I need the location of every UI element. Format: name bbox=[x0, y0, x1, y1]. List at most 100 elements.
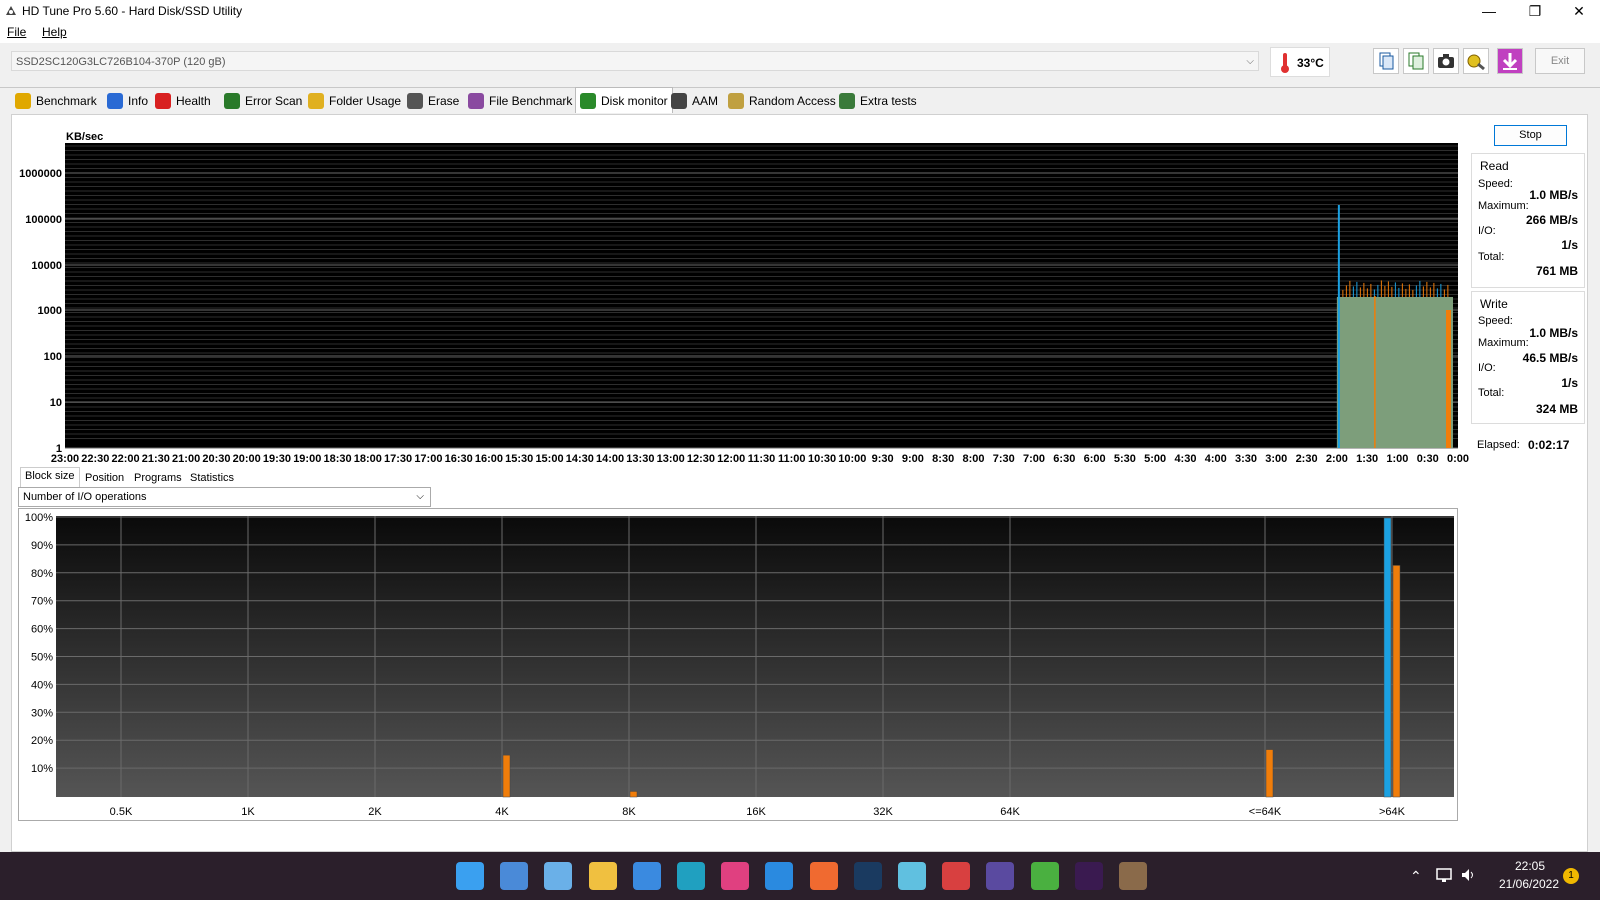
info-icon bbox=[107, 93, 123, 109]
vscode-icon[interactable] bbox=[765, 862, 794, 890]
y-tick-label: 90% bbox=[31, 540, 53, 552]
options-button[interactable] bbox=[1463, 48, 1489, 74]
control-panel-icon[interactable] bbox=[544, 862, 573, 890]
tab-benchmark[interactable]: Benchmark bbox=[15, 89, 97, 113]
close-button[interactable]: ✕ bbox=[1556, 0, 1600, 23]
y-tick-label: 70% bbox=[31, 596, 53, 608]
android-studio-icon[interactable] bbox=[1030, 862, 1059, 890]
thermometer-icon bbox=[1281, 53, 1289, 73]
copy-icon bbox=[1379, 52, 1394, 70]
file-benchmark-icon bbox=[468, 93, 484, 109]
stop-button[interactable]: Stop bbox=[1494, 125, 1567, 146]
extra-tests-icon bbox=[839, 93, 855, 109]
read-max-label: Maximum: bbox=[1478, 200, 1529, 212]
subtab-position[interactable]: Position bbox=[81, 470, 128, 486]
start-icon[interactable] bbox=[456, 862, 484, 890]
tab-disk-monitor[interactable]: Disk monitor bbox=[575, 87, 673, 113]
x-tick-label: 1K bbox=[241, 806, 255, 818]
mail-icon[interactable] bbox=[632, 862, 661, 890]
snipping-tool-icon[interactable] bbox=[942, 862, 971, 890]
subtab-block-size[interactable]: Block size bbox=[20, 467, 80, 487]
paint-icon[interactable] bbox=[898, 862, 926, 890]
read-stats-group: Read Speed: 1.0 MB/s Maximum: 266 MB/s I… bbox=[1471, 153, 1585, 288]
x-tick-label: 16K bbox=[746, 806, 766, 818]
clock-date[interactable]: 21/06/2022 bbox=[1489, 877, 1569, 891]
notification-badge[interactable]: 1 bbox=[1563, 868, 1579, 884]
subtab-statistics[interactable]: Statistics bbox=[186, 470, 238, 486]
tab-label: File Benchmark bbox=[489, 94, 573, 108]
write-stats-group: Write Speed: 1.0 MB/s Maximum: 46.5 MB/s… bbox=[1471, 291, 1585, 424]
title-bar: HD Tune Pro 5.60 - Hard Disk/SSD Utility… bbox=[0, 0, 1600, 23]
exit-button[interactable]: Exit bbox=[1535, 48, 1585, 74]
drive-select-value: SSD2SC120G3LC726B104-370P (120 gB) bbox=[16, 56, 226, 68]
tab-extra-tests[interactable]: Extra tests bbox=[839, 89, 917, 113]
hdtune-icon[interactable] bbox=[1119, 862, 1147, 890]
tab-label: Disk monitor bbox=[601, 93, 668, 108]
subtab-programs[interactable]: Programs bbox=[130, 470, 186, 486]
edge-icon[interactable] bbox=[677, 862, 705, 890]
trash-icon bbox=[407, 93, 423, 109]
restore-button[interactable]: ❐ bbox=[1512, 0, 1558, 23]
network-icon[interactable] bbox=[1436, 867, 1454, 883]
tab-erase[interactable]: Erase bbox=[407, 89, 459, 113]
options-icon bbox=[1467, 54, 1485, 71]
write-total-value: 324 MB bbox=[1535, 402, 1578, 416]
tab-error-scan[interactable]: Error Scan bbox=[224, 89, 302, 113]
menu-help[interactable]: Help bbox=[42, 25, 67, 39]
menu-bar: File Help bbox=[0, 23, 1600, 43]
speaker-icon bbox=[671, 93, 687, 109]
disk-monitor-icon bbox=[580, 92, 596, 109]
clock-time[interactable]: 22:05 bbox=[1495, 859, 1565, 873]
elapsed-label: Elapsed: bbox=[1477, 439, 1520, 451]
tab-random-access[interactable]: Random Access bbox=[728, 89, 836, 113]
x-tick-label: 8K bbox=[622, 806, 636, 818]
y-tick-label: 30% bbox=[31, 707, 53, 719]
intellij-icon[interactable] bbox=[721, 862, 750, 890]
copy-all-icon bbox=[1408, 52, 1424, 70]
main-tabs: Benchmark Info Health Error Scan Folder Usag… bbox=[0, 87, 1600, 115]
y-tick-label: 50% bbox=[31, 652, 53, 664]
notepad-icon[interactable] bbox=[500, 862, 529, 890]
write-total-label: Total: bbox=[1478, 387, 1505, 399]
photoshop-icon[interactable] bbox=[853, 862, 882, 890]
tab-label: Extra tests bbox=[860, 94, 917, 108]
premiere-icon[interactable] bbox=[1074, 862, 1103, 890]
file-explorer-icon[interactable] bbox=[588, 862, 617, 890]
metric-select[interactable]: Number of I/O operations ⌵ bbox=[18, 487, 431, 507]
postman-icon[interactable] bbox=[809, 862, 838, 890]
tab-aam[interactable]: AAM bbox=[671, 89, 718, 113]
y-tick-label: 80% bbox=[31, 568, 53, 580]
copy-all-button[interactable] bbox=[1403, 48, 1429, 74]
screenshot-button[interactable] bbox=[1433, 48, 1459, 74]
tab-health[interactable]: Health bbox=[155, 89, 211, 113]
tab-label: Benchmark bbox=[36, 94, 97, 108]
minimize-button[interactable]: — bbox=[1466, 0, 1512, 23]
tab-info[interactable]: Info bbox=[107, 89, 148, 113]
read-total-label: Total: bbox=[1478, 251, 1505, 263]
x-tick-label: 32K bbox=[873, 806, 893, 818]
copy-button[interactable] bbox=[1373, 48, 1399, 74]
x-tick-label: 0.5K bbox=[110, 806, 133, 818]
magnifier-icon bbox=[224, 93, 240, 109]
menu-file[interactable]: File bbox=[7, 25, 26, 39]
tab-label: Health bbox=[176, 94, 211, 108]
write-heading: Write bbox=[1480, 297, 1508, 311]
bar->64K-series-0 bbox=[1383, 517, 1392, 798]
affinity-icon[interactable] bbox=[986, 862, 1015, 890]
bar->64K-series-1 bbox=[1392, 565, 1401, 798]
chevron-up-icon[interactable]: ⌃ bbox=[1410, 868, 1422, 885]
read-total-value: 761 MB bbox=[1535, 264, 1578, 278]
y-tick-label: 60% bbox=[31, 624, 53, 636]
download-icon bbox=[1502, 53, 1518, 70]
write-max-label: Maximum: bbox=[1478, 337, 1529, 349]
volume-icon[interactable] bbox=[1460, 867, 1478, 883]
drive-select[interactable]: SSD2SC120G3LC726B104-370P (120 gB) ⌵ bbox=[11, 51, 1259, 71]
tab-label: Error Scan bbox=[245, 94, 303, 108]
folder-icon bbox=[308, 93, 324, 109]
save-button[interactable] bbox=[1497, 48, 1523, 74]
read-io-value: 1/s bbox=[1561, 238, 1578, 252]
x-tick-label: 4K bbox=[495, 806, 509, 818]
tab-folder-usage[interactable]: Folder Usage bbox=[308, 89, 401, 113]
tab-file-benchmark[interactable]: File Benchmark bbox=[468, 89, 572, 113]
chevron-down-icon: ⌵ bbox=[1246, 56, 1254, 67]
